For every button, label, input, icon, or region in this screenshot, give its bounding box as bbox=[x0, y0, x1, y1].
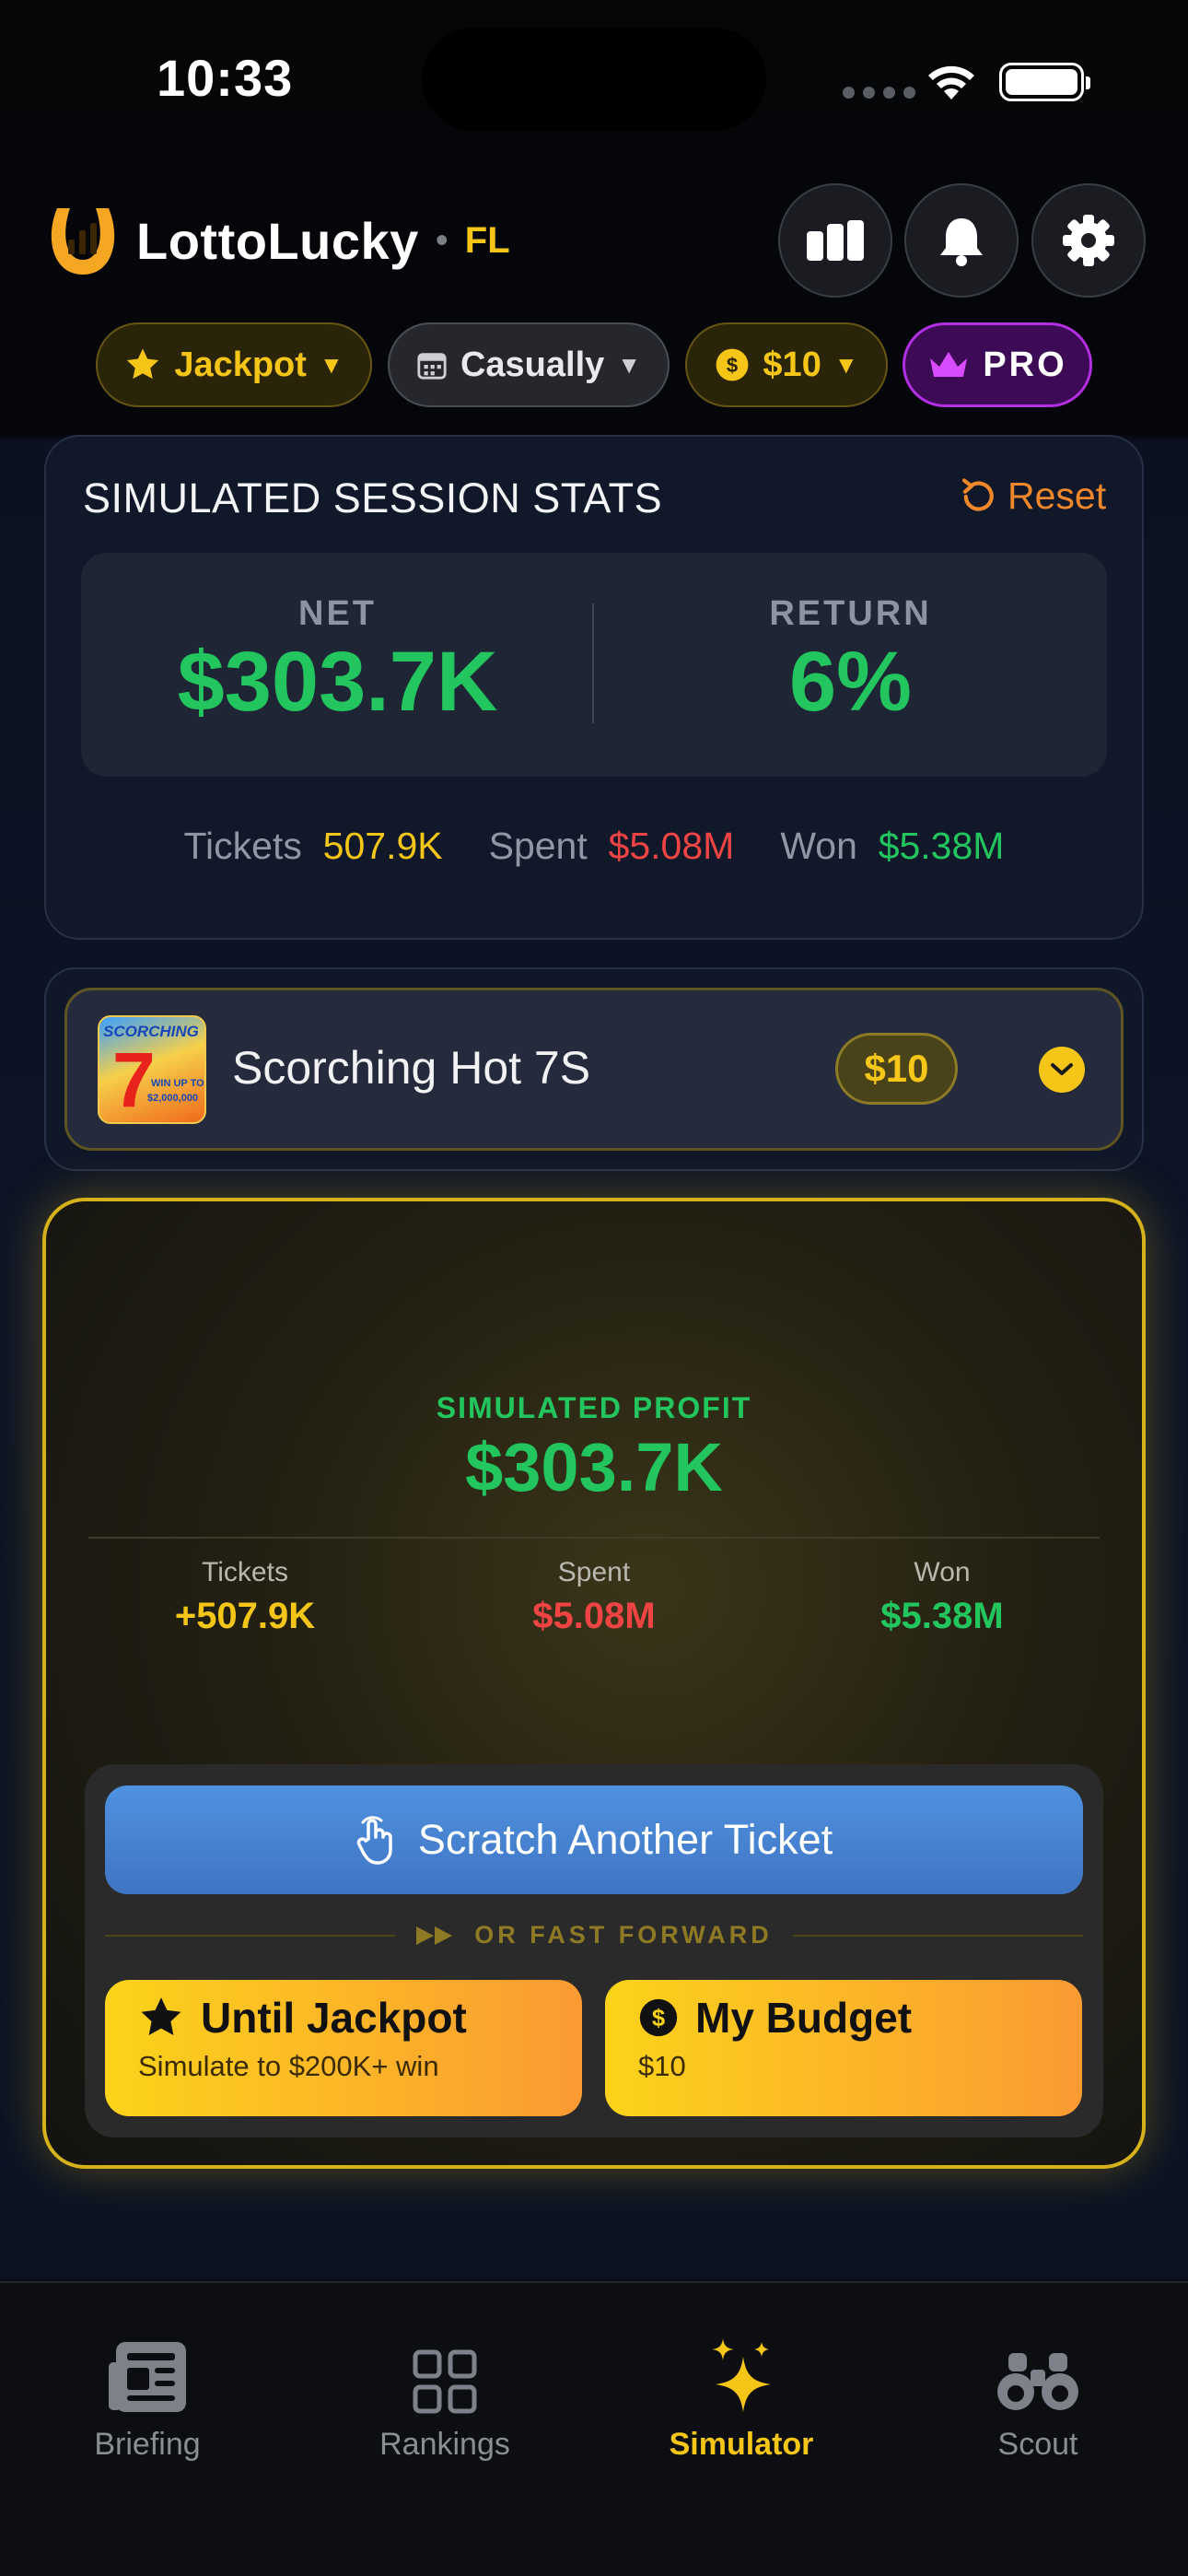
chevron-down-icon[interactable] bbox=[1039, 1047, 1085, 1093]
profit-won-value: $5.38M bbox=[880, 1596, 1004, 1636]
battery-icon bbox=[999, 63, 1090, 101]
cellular-signal-icon bbox=[843, 87, 915, 99]
reset-label: Reset bbox=[1007, 474, 1107, 517]
spent-label: Spent bbox=[488, 825, 588, 867]
sparkles-icon bbox=[712, 2338, 771, 2412]
tab-simulator[interactable]: Simulator bbox=[631, 2322, 852, 2463]
binoculars-icon bbox=[997, 2353, 1078, 2410]
chevron-down-icon: ▼ bbox=[833, 350, 858, 379]
frequency-filter-label: Casually bbox=[460, 345, 605, 384]
fast-forward-divider: OR FAST FORWARD bbox=[105, 1921, 1084, 1950]
separator-dot: • bbox=[435, 219, 448, 261]
profit-divider bbox=[88, 1537, 1100, 1539]
thumb-sub: WIN UP TO bbox=[151, 1078, 204, 1089]
newspaper-icon bbox=[109, 2342, 186, 2412]
profit-value: $303.7K bbox=[465, 1429, 723, 1505]
mode-filter-chip[interactable]: Jackpot ▼ bbox=[96, 322, 372, 407]
tickets-label: Tickets bbox=[183, 825, 302, 867]
fast-forward-label: OR FAST FORWARD bbox=[474, 1921, 773, 1949]
chevron-down-icon: ▼ bbox=[617, 350, 642, 379]
state-code: FL bbox=[464, 219, 510, 261]
profit-tickets-label: Tickets bbox=[202, 1557, 288, 1587]
tab-scout[interactable]: Scout bbox=[927, 2322, 1148, 2463]
brand[interactable]: LottoLucky • FL bbox=[46, 203, 510, 278]
game-thumbnail: SCORCHING 7 WIN UP TO $2,000,000 bbox=[98, 1015, 206, 1124]
game-name: Scorching Hot 7S bbox=[232, 1042, 591, 1094]
until-jackpot-label: Until Jackpot bbox=[201, 1994, 467, 2042]
price-filter-label: $10 bbox=[763, 345, 821, 384]
profit-spent-stat: Spent $5.08M bbox=[456, 1557, 732, 1637]
my-budget-label: My Budget bbox=[695, 1994, 913, 2042]
reset-arrow-icon bbox=[961, 477, 994, 511]
spent-value: $5.08M bbox=[608, 825, 735, 867]
tab-rankings[interactable]: Rankings bbox=[334, 2322, 555, 2463]
dollar-coin-icon: $ bbox=[716, 348, 749, 381]
reset-button[interactable]: Reset bbox=[958, 474, 1106, 518]
profit-tickets-stat: Tickets +507.9K bbox=[107, 1557, 383, 1637]
thumb-seven: 7 bbox=[112, 1036, 156, 1123]
svg-text:$: $ bbox=[652, 2006, 665, 2032]
calendar-icon bbox=[417, 353, 447, 380]
wifi-icon bbox=[928, 65, 974, 100]
won-label: Won bbox=[780, 825, 857, 867]
until-jackpot-button[interactable]: Until Jackpot Simulate to $200K+ win bbox=[105, 1980, 582, 2116]
scratch-label: Scratch Another Ticket bbox=[417, 1816, 833, 1863]
until-jackpot-subtitle: Simulate to $200K+ win bbox=[138, 2050, 439, 2082]
profit-spent-label: Spent bbox=[557, 1557, 631, 1587]
leaderboard-button[interactable] bbox=[778, 183, 892, 298]
star-icon bbox=[127, 348, 159, 380]
tab-rankings-label: Rankings bbox=[379, 2427, 510, 2462]
tab-briefing-label: Briefing bbox=[94, 2427, 201, 2462]
frequency-filter-chip[interactable]: Casually ▼ bbox=[388, 322, 670, 407]
net-value: $303.7K bbox=[177, 635, 498, 729]
notifications-button[interactable] bbox=[904, 183, 1019, 298]
game-selector-dropdown[interactable] bbox=[64, 988, 1124, 1151]
won-value: $5.38M bbox=[878, 825, 1005, 867]
tab-scout-label: Scout bbox=[997, 2427, 1078, 2462]
pro-label: PRO bbox=[983, 345, 1067, 384]
net-stat: NET $303.7K bbox=[81, 594, 594, 731]
dynamic-island bbox=[422, 28, 766, 131]
profit-label: SIMULATED PROFIT bbox=[436, 1391, 752, 1424]
profit-won-label: Won bbox=[914, 1557, 971, 1587]
status-time: 10:33 bbox=[157, 49, 294, 107]
return-value: 6% bbox=[789, 635, 912, 729]
net-return-panel: NET $303.7K RETURN 6% bbox=[81, 553, 1107, 777]
home-indicator bbox=[466, 2537, 722, 2547]
settings-button[interactable] bbox=[1031, 183, 1146, 298]
svg-text:$: $ bbox=[727, 354, 739, 377]
return-stat: RETURN 6% bbox=[594, 594, 1107, 731]
star-icon bbox=[141, 1997, 181, 2035]
profit-tickets-value: +507.9K bbox=[174, 1596, 316, 1636]
leaderboard-icon bbox=[807, 220, 864, 261]
price-filter-chip[interactable]: $ $10 ▼ bbox=[685, 322, 888, 407]
tab-briefing[interactable]: Briefing bbox=[37, 2322, 258, 2463]
net-label: NET bbox=[298, 594, 377, 633]
crown-icon bbox=[930, 352, 968, 377]
app-screen: 10:33 LottoLucky • FL Jackpot ▼ Casually… bbox=[0, 0, 1188, 2576]
fast-forward-icon bbox=[416, 1926, 453, 1945]
tab-simulator-label: Simulator bbox=[669, 2427, 814, 2462]
return-label: RETURN bbox=[769, 594, 932, 633]
pro-badge-button[interactable]: PRO bbox=[903, 322, 1092, 407]
profit-won-stat: Won $5.38M bbox=[804, 1557, 1080, 1637]
session-stats-title: SIMULATED SESSION STATS bbox=[83, 474, 663, 521]
app-name: LottoLucky bbox=[136, 211, 419, 270]
session-summary-row: Tickets 507.9K Spent $5.08M Won $5.38M bbox=[83, 825, 1105, 868]
gear-icon bbox=[1063, 215, 1114, 266]
tickets-value: 507.9K bbox=[322, 825, 443, 867]
mode-filter-label: Jackpot bbox=[174, 345, 307, 384]
game-price-badge: $10 bbox=[835, 1033, 958, 1105]
my-budget-button[interactable]: $ My Budget $10 bbox=[605, 1980, 1082, 2116]
grid-icon bbox=[413, 2349, 477, 2414]
dollar-coin-icon: $ bbox=[639, 1998, 678, 2037]
tap-hand-icon bbox=[356, 1816, 392, 1865]
profit-spent-value: $5.08M bbox=[532, 1596, 656, 1636]
thumb-amount: $2,000,000 bbox=[147, 1093, 199, 1104]
scratch-another-ticket-button[interactable]: Scratch Another Ticket bbox=[105, 1786, 1083, 1894]
chevron-down-icon: ▼ bbox=[319, 350, 344, 379]
my-budget-subtitle: $10 bbox=[638, 2050, 686, 2082]
bell-icon bbox=[940, 218, 983, 266]
horseshoe-logo-icon bbox=[51, 208, 115, 275]
